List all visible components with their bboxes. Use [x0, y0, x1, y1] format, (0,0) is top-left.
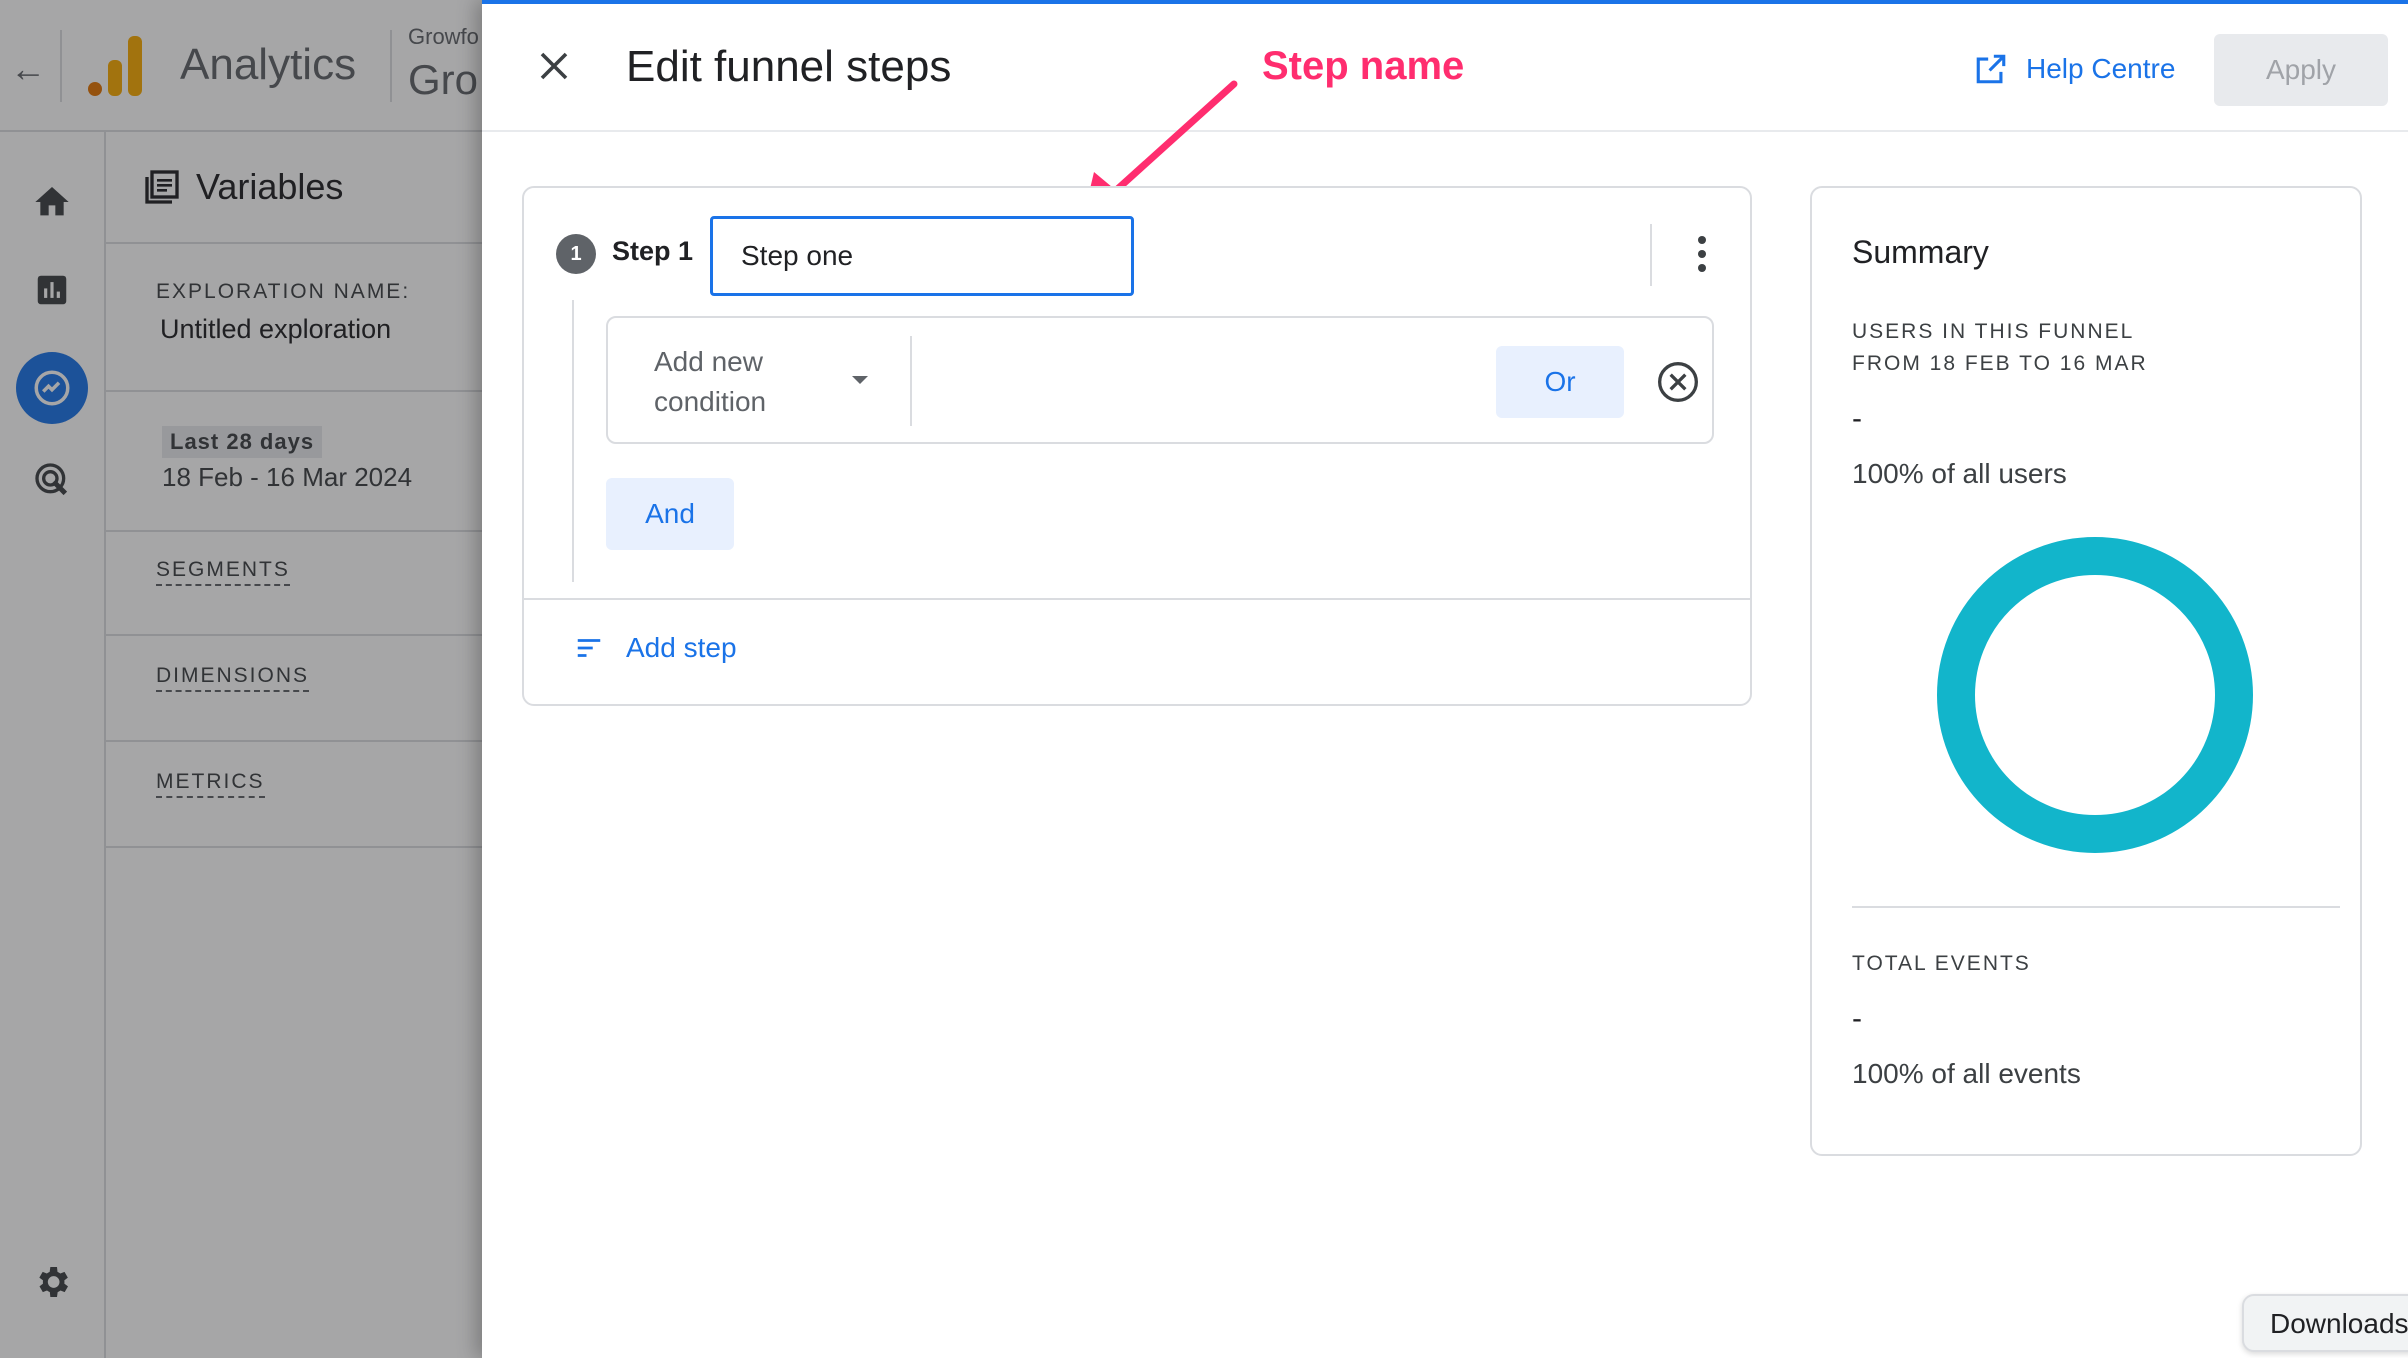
events-percentage: 100% of all events [1852, 1058, 2081, 1089]
users-in-funnel-value: - [1852, 402, 1862, 435]
summary-title: Summary [1852, 234, 1989, 270]
funnel-donut-chart [1937, 537, 2253, 853]
dropdown-caret-icon [852, 376, 868, 384]
condition-row: Add new condition Or [606, 316, 1714, 444]
funnel-step-card: 1 Step 1 Add new condition Or And Add st… [522, 186, 1752, 706]
or-button[interactable]: Or [1496, 346, 1624, 418]
users-in-funnel-label: USERS IN THIS FUNNEL FROM 18 FEB TO 16 M… [1852, 320, 2148, 375]
add-step-icon [577, 639, 601, 657]
edit-funnel-steps-drawer: Edit funnel steps Help Centre Apply Step… [482, 0, 2408, 1358]
downloads-button[interactable]: Downloads [2242, 1294, 2408, 1352]
users-percentage: 100% of all users [1852, 458, 2067, 489]
more-options-icon[interactable] [1690, 232, 1714, 276]
add-step-button[interactable]: Add step [574, 632, 737, 664]
add-step-label: Add step [626, 632, 737, 663]
add-condition-dropdown[interactable]: Add new condition [608, 318, 910, 442]
drawer-title: Edit funnel steps [626, 42, 952, 91]
step-name-annotation: Step name [1262, 44, 1465, 88]
help-centre-link[interactable]: Help Centre [1974, 52, 2175, 86]
help-centre-label: Help Centre [2026, 53, 2176, 84]
close-icon[interactable] [536, 48, 572, 84]
step-connector-line [572, 300, 574, 582]
and-button[interactable]: And [606, 478, 734, 550]
add-condition-label: Add new condition [654, 346, 767, 417]
open-in-new-icon [1976, 54, 2006, 84]
summary-card: Summary USERS IN THIS FUNNEL FROM 18 FEB… [1810, 186, 2362, 1156]
step-label: Step 1 [612, 236, 694, 266]
apply-button[interactable]: Apply [2214, 34, 2388, 106]
modal-scrim[interactable] [0, 0, 482, 1358]
divider [1650, 224, 1652, 286]
divider [910, 336, 912, 426]
step-number-badge: 1 [556, 234, 596, 274]
divider [1852, 906, 2340, 908]
total-events-label: TOTAL EVENTS [1852, 952, 2031, 975]
remove-condition-icon[interactable] [1656, 360, 1700, 404]
step-name-input[interactable] [710, 216, 1134, 296]
total-events-value: - [1852, 1002, 1862, 1035]
divider [524, 598, 1750, 600]
